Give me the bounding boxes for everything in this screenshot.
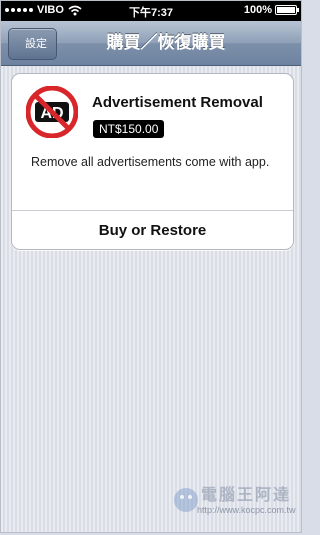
page-title: 購買／恢復購買 bbox=[106, 33, 226, 52]
price-badge: NT$150.00 bbox=[93, 120, 165, 138]
battery-percent: 100% bbox=[243, 4, 272, 16]
watermark: 電腦王阿達 http://www.kocpc.com.tw bbox=[171, 479, 301, 523]
buy-or-restore-button[interactable]: Buy or Restore bbox=[12, 211, 293, 250]
navigation-bar: 設定 購買／恢復購買 bbox=[1, 21, 301, 66]
back-button[interactable]: 設定 bbox=[8, 28, 57, 60]
product-description: Remove all advertisements come with app. bbox=[31, 155, 270, 169]
product-name: Advertisement Removal bbox=[92, 94, 263, 111]
status-bar: VIBO 下午7:37 100% bbox=[1, 1, 301, 21]
watermark-url: http://www.kocpc.com.tw bbox=[197, 505, 296, 515]
battery-icon bbox=[275, 5, 299, 15]
watermark-brand: 電腦王阿達 bbox=[201, 487, 292, 504]
screen: VIBO 下午7:37 100% 設定 購買／恢復購買 AD Advertise… bbox=[0, 0, 302, 533]
no-ads-icon: AD bbox=[26, 86, 78, 138]
status-right: 100% bbox=[243, 4, 299, 16]
back-button-label: 設定 bbox=[25, 38, 47, 50]
product-card: AD Advertisement Removal NT$150.00 Remov… bbox=[11, 73, 294, 250]
